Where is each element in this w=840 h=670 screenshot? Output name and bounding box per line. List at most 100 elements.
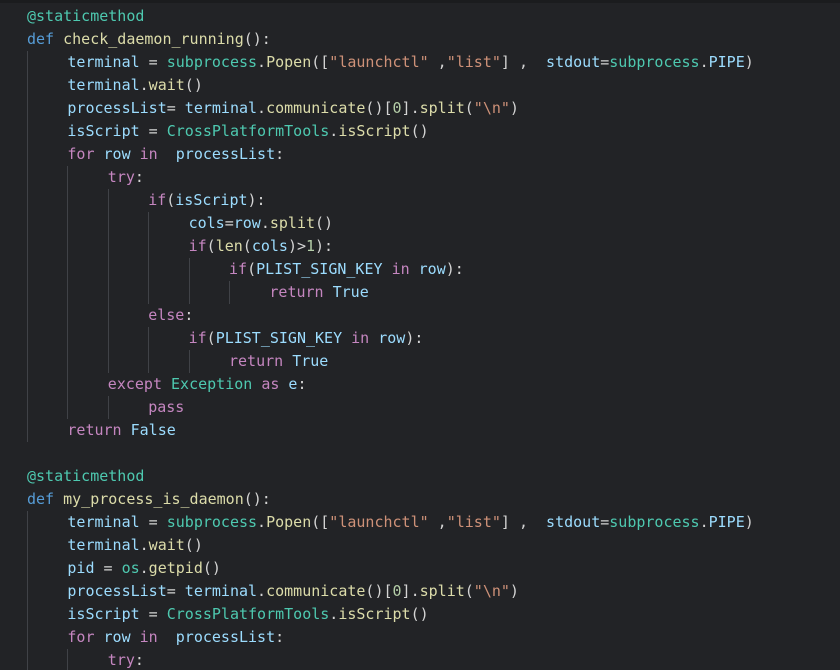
code-line[interactable]: return False <box>0 419 840 442</box>
code-token-punc <box>158 145 176 163</box>
code-token-deco: @staticmethod <box>27 7 145 25</box>
code-token-var: stdout <box>546 513 601 531</box>
code-token-punc: ): <box>315 237 334 255</box>
code-token-var: row <box>418 260 446 278</box>
code-token-punc: = <box>139 513 167 531</box>
code-token-fn: split <box>269 214 316 232</box>
code-token-punc: = <box>139 122 167 140</box>
code-token-punc: ( <box>166 191 176 209</box>
code-token-punc: : <box>275 145 285 163</box>
code-token-fn: getpid <box>148 559 203 577</box>
code-token-kw: else <box>148 306 185 324</box>
code-token-punc: . <box>329 605 339 623</box>
code-line[interactable]: for row in processList: <box>0 143 840 166</box>
code-token-punc <box>94 145 103 163</box>
code-token-punc: () <box>202 559 221 577</box>
code-token-punc: ): <box>445 260 464 278</box>
code-token-str: "list" <box>446 513 501 531</box>
code-token-kw: try <box>107 651 135 669</box>
code-token-punc <box>162 375 171 393</box>
code-token-punc: = <box>94 559 122 577</box>
code-token-punc <box>54 30 63 48</box>
code-token-kw: for <box>67 145 95 163</box>
code-line[interactable]: pass <box>0 396 840 419</box>
code-token-type: subprocess <box>609 513 700 531</box>
code-token-punc: = <box>600 53 610 71</box>
code-line[interactable]: terminal.wait() <box>0 74 840 97</box>
code-token-punc: : <box>184 306 194 324</box>
code-token-punc: () <box>315 214 334 232</box>
code-token-punc: (): <box>243 490 271 508</box>
code-token-punc: () <box>184 536 203 554</box>
code-line[interactable]: except Exception as e: <box>0 373 840 396</box>
code-token-var: terminal <box>184 582 258 600</box>
code-token-punc: . <box>699 513 709 531</box>
code-line[interactable]: if(PLIST_SIGN_KEY in row): <box>0 327 840 350</box>
code-token-num: 0 <box>392 582 402 600</box>
code-token-punc: ()[ <box>365 99 393 117</box>
code-token-kw: if <box>188 237 207 255</box>
code-line[interactable]: def my_process_is_daemon(): <box>0 488 840 511</box>
code-token-punc: () <box>410 605 429 623</box>
code-token-kw: in <box>391 260 410 278</box>
code-line[interactable]: isScript = CrossPlatformTools.isScript() <box>0 603 840 626</box>
code-token-var: row <box>103 628 131 646</box>
code-token-punc: . <box>139 559 149 577</box>
code-token-kw: in <box>139 145 158 163</box>
code-token-punc <box>324 283 333 301</box>
code-content[interactable]: @staticmethod def check_daemon_running():… <box>0 5 840 670</box>
code-line[interactable]: processList= terminal.communicate()[0].s… <box>0 97 840 120</box>
code-token-kw: try <box>107 168 135 186</box>
code-line[interactable]: return True <box>0 350 840 373</box>
code-token-punc <box>158 628 176 646</box>
code-token-punc: = <box>224 214 234 232</box>
code-line[interactable]: cols=row.split() <box>0 212 840 235</box>
code-editor[interactable]: @staticmethod def check_daemon_running():… <box>0 0 840 670</box>
code-line[interactable] <box>0 442 840 465</box>
code-token-fn: Popen <box>266 513 312 531</box>
code-line[interactable]: terminal.wait() <box>0 534 840 557</box>
code-token-type: CrossPlatformTools <box>166 605 330 623</box>
code-token-punc: ( <box>464 99 474 117</box>
code-token-kw: return <box>229 352 284 370</box>
code-token-punc: ) <box>744 53 754 71</box>
code-line[interactable]: @staticmethod <box>0 5 840 28</box>
code-token-punc: ) <box>509 99 519 117</box>
code-line[interactable]: terminal = subprocess.Popen(["launchctl"… <box>0 51 840 74</box>
code-line[interactable]: isScript = CrossPlatformTools.isScript() <box>0 120 840 143</box>
code-token-punc: )> <box>287 237 306 255</box>
code-token-punc: = <box>139 605 167 623</box>
code-token-var: terminal <box>67 536 140 554</box>
code-line[interactable]: processList= terminal.communicate()[0].s… <box>0 580 840 603</box>
code-line[interactable]: return True <box>0 281 840 304</box>
code-line[interactable]: if(PLIST_SIGN_KEY in row): <box>0 258 840 281</box>
code-line[interactable]: def check_daemon_running(): <box>0 28 840 51</box>
code-line[interactable]: else: <box>0 304 840 327</box>
code-token-punc: ]. <box>401 582 420 600</box>
code-line[interactable]: if(len(cols)>1): <box>0 235 840 258</box>
code-token-punc <box>94 628 103 646</box>
code-token-punc: ): <box>405 329 424 347</box>
code-line[interactable]: if(isScript): <box>0 189 840 212</box>
code-token-kw: in <box>351 329 370 347</box>
code-token-var: True <box>332 283 369 301</box>
code-token-kw: if <box>188 329 207 347</box>
code-token-punc: . <box>257 582 267 600</box>
code-token-punc: ( <box>206 237 216 255</box>
code-token-var: row <box>233 214 261 232</box>
code-line[interactable]: terminal = subprocess.Popen(["launchctl"… <box>0 511 840 534</box>
code-line[interactable]: pid = os.getpid() <box>0 557 840 580</box>
code-line[interactable]: @staticmethod <box>0 465 840 488</box>
code-line[interactable]: try: <box>0 166 840 189</box>
code-token-punc <box>283 352 292 370</box>
code-line[interactable]: for row in processList: <box>0 626 840 649</box>
code-token-punc: . <box>257 99 267 117</box>
code-token-type: os <box>121 559 140 577</box>
code-token-punc: ) <box>509 582 519 600</box>
code-token-fn: wait <box>148 536 185 554</box>
code-token-punc: . <box>260 214 270 232</box>
code-token-type: subprocess <box>609 53 700 71</box>
code-token-punc: ()[ <box>365 582 393 600</box>
code-token-kw: as <box>261 375 280 393</box>
code-line[interactable]: try: <box>0 649 840 670</box>
